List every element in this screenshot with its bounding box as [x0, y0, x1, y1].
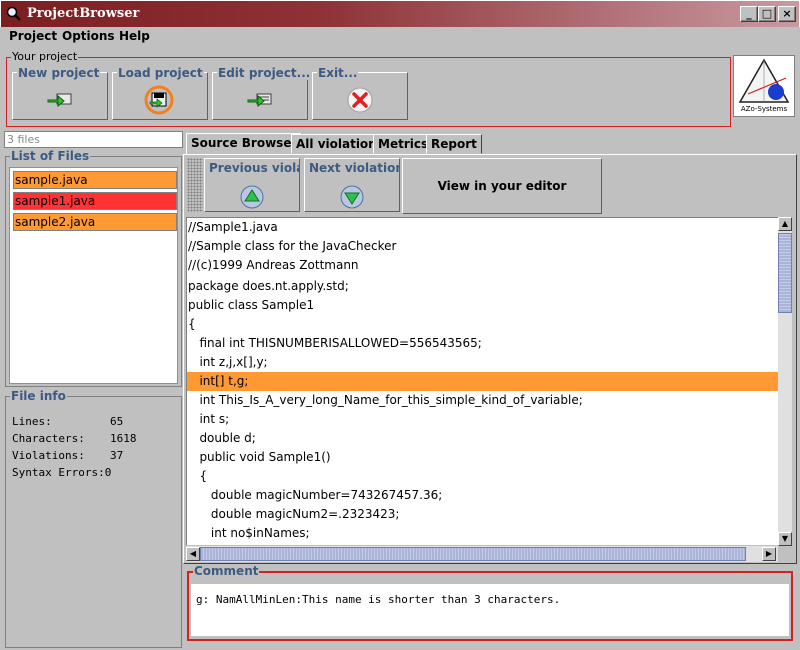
file-item-sample1[interactable]: sample1.java [13, 192, 177, 210]
code-line: int z,j,x[],y; [188, 355, 268, 369]
new-project-button[interactable]: New project [12, 66, 108, 120]
file-list: sample.java sample1.java sample2.java [9, 167, 178, 384]
edit-project-icon [247, 93, 272, 108]
info-row-characters: Characters: 1618 [12, 432, 137, 445]
comment-text: g: NamAllMinLen:This name is shorter tha… [191, 584, 789, 636]
code-line: package does.nt.apply.std; [188, 279, 349, 293]
load-project-icon [144, 85, 174, 115]
tab-metrics[interactable]: Metrics [373, 134, 434, 154]
info-row-syntax-errors: Syntax Errors:0 [12, 466, 112, 479]
maximize-button[interactable]: □ [758, 6, 776, 22]
toolbar-grip[interactable] [187, 158, 203, 212]
source-code-view[interactable]: //Sample1.java //Sample class for the Ja… [186, 217, 778, 545]
close-window-button[interactable]: × [778, 6, 796, 22]
tab-source-browser[interactable]: Source Browser [186, 133, 303, 155]
comment-group: Comment g: NamAllMinLen:This name is sho… [187, 564, 793, 641]
exit-x-icon [347, 87, 373, 113]
code-line-highlighted: int[] t,g; [187, 372, 778, 391]
code-line: int no$inNames; [188, 526, 310, 540]
code-line: double d; [188, 431, 256, 445]
new-project-label: New project [17, 66, 101, 80]
title-bar[interactable]: ProjectBrowser _ □ × [0, 0, 800, 27]
code-line: { [188, 317, 196, 331]
code-line: public void Sample1() [188, 450, 331, 464]
info-row-violations: Violations: 37 [12, 449, 124, 462]
logo-triangle-icon [738, 58, 790, 103]
file-info-group: File info Lines: 65 Characters: 1618 Viola… [5, 389, 182, 648]
menu-options[interactable]: Options [62, 29, 115, 43]
info-row-lines: Lines: 65 [12, 415, 124, 428]
list-of-files-legend: List of Files [10, 149, 91, 163]
up-arrow-icon [240, 185, 264, 209]
code-line: final int THISNUMBERISALLOWED=556543565; [188, 336, 482, 350]
code-line: { [188, 469, 208, 483]
new-project-icon [47, 93, 72, 108]
your-project-group: Your project New project Load project Ed… [6, 50, 731, 127]
next-violation-button[interactable]: Next violation [304, 158, 400, 212]
file-info-legend: File info [10, 389, 67, 403]
code-line: double magicNum2=.2323423; [188, 507, 400, 521]
list-of-files-group: List of Files sample.java sample1.java s… [5, 149, 182, 387]
file-item-sample2[interactable]: sample2.java [13, 213, 177, 231]
load-project-button[interactable]: Load project [112, 66, 208, 120]
code-line: public class Sample1 [188, 298, 315, 312]
horizontal-scroll-thumb[interactable] [200, 547, 746, 561]
code-line: //Sample1.java [188, 220, 278, 234]
previous-violation-label: Previous violation [209, 161, 299, 175]
app-magnifier-icon [6, 6, 21, 21]
azo-systems-logo: AZo-Systems [733, 55, 795, 117]
code-line: double magicNumber=743267457.36; [188, 488, 443, 502]
view-in-editor-button[interactable]: View in your editor [402, 158, 602, 214]
logo-text: AZo-Systems [740, 105, 788, 113]
code-horizontal-scrollbar[interactable]: ◀ ▶ [186, 546, 778, 562]
minimize-button[interactable]: _ [740, 6, 758, 22]
file-item-sample[interactable]: sample.java [13, 171, 177, 189]
vertical-scroll-thumb[interactable] [778, 233, 792, 313]
scroll-left-arrow-icon[interactable]: ◀ [186, 547, 200, 561]
file-count-field: 3 files [4, 131, 183, 148]
code-vertical-scrollbar[interactable]: ▲ ▼ [778, 217, 792, 546]
menu-project[interactable]: Project [9, 29, 57, 43]
previous-violation-button[interactable]: Previous violation [204, 158, 300, 212]
window-title: ProjectBrowser [27, 6, 140, 21]
code-line: //(c)1999 Andreas Zottmann [188, 258, 359, 272]
edit-project-button[interactable]: Edit project... [212, 66, 312, 120]
next-violation-label: Next violation [309, 161, 399, 175]
edit-project-label: Edit project... [217, 66, 312, 80]
scroll-right-arrow-icon[interactable]: ▶ [762, 547, 776, 561]
scroll-down-arrow-icon[interactable]: ▼ [778, 532, 792, 546]
your-project-legend: Your project [11, 50, 79, 63]
comment-legend: Comment [193, 564, 260, 578]
menu-help[interactable]: Help [119, 29, 150, 43]
tab-report[interactable]: Report [426, 134, 482, 154]
code-line: int s; [188, 412, 230, 426]
menu-bar: Project Options Help [0, 27, 800, 47]
code-line: //Sample class for the JavaChecker [188, 239, 397, 253]
scroll-up-arrow-icon[interactable]: ▲ [778, 217, 792, 231]
exit-label: Exit... [317, 66, 359, 80]
code-line: int This_Is_A_very_long_Name_for_this_si… [188, 393, 583, 407]
exit-button[interactable]: Exit... [312, 66, 408, 120]
load-project-label: Load project [117, 66, 204, 80]
down-arrow-icon [340, 185, 364, 209]
